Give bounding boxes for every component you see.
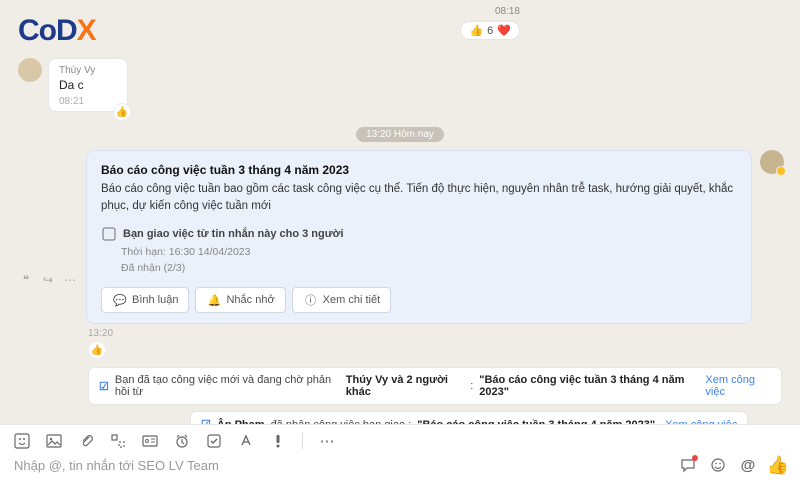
view-task-link[interactable]: Xem công việc (705, 374, 771, 398)
check-icon: ☑ (99, 380, 109, 393)
remind-label: Nhắc nhở (226, 294, 274, 306)
like-icon: 👍 (116, 107, 128, 118)
task-icon[interactable] (206, 433, 222, 449)
image-icon[interactable] (46, 433, 62, 449)
task-assignment-line: Bạn giao việc từ tin nhắn này cho 3 ngườ… (101, 226, 737, 242)
react-button[interactable]: 👍 (88, 341, 106, 359)
task-assignment-text: Bạn giao việc từ tin nhắn này cho 3 ngườ… (123, 228, 344, 240)
avatar[interactable] (18, 58, 42, 82)
task-title: Báo cáo công việc tuần 3 tháng 4 năm 202… (101, 163, 737, 177)
notification-column: ☑ Bạn đã tạo công việc mới và đang chờ p… (18, 367, 782, 424)
chat-icon: 💬 (112, 292, 128, 308)
task-react-row: 👍 (88, 341, 782, 359)
sender-name: Thúy Vy (59, 65, 117, 76)
react-button[interactable]: 👍 (113, 103, 131, 121)
notif-mid: : (470, 380, 473, 392)
info-icon: ⓘ (303, 292, 319, 308)
send-like-icon[interactable]: 👍 (770, 457, 786, 473)
chat-area: 08:18 👍 6 ❤️ Thúy Vy Da c 08:21 👍 13:20 … (0, 0, 800, 424)
sticker-icon[interactable] (14, 433, 30, 449)
notif-who: Thúy Vy và 2 người khác (346, 374, 464, 398)
prev-message-time: 08:18 (460, 6, 520, 17)
composer-right-actions: @ 👍 (680, 457, 786, 473)
task-description: Báo cáo công việc tuần bao gồm các task … (101, 181, 737, 216)
checkbox-empty-icon (101, 226, 117, 242)
task-buttons: 💬 Bình luận 🔔 Nhắc nhở ⓘ Xem chi tiết (101, 287, 737, 313)
task-time: 13:20 (88, 328, 782, 339)
divider-label: 13:20 Hôm nay (356, 127, 444, 142)
reaction-pill[interactable]: 👍 6 ❤️ (460, 21, 520, 40)
more-icon[interactable]: ⋯ (319, 433, 335, 449)
app-logo: CoDX (18, 14, 96, 48)
reminder-icon[interactable] (174, 433, 190, 449)
quick-message-icon[interactable] (680, 457, 696, 473)
notification-chip[interactable]: ☑ Bạn đã tạo công việc mới và đang chờ p… (88, 367, 782, 405)
task-received: Đã nhận (2/3) (121, 260, 737, 277)
reaction-count: 6 (487, 25, 493, 37)
priority-icon[interactable] (270, 433, 286, 449)
message-input[interactable] (14, 458, 680, 473)
bell-icon: 🔔 (206, 292, 222, 308)
remind-button[interactable]: 🔔 Nhắc nhở (195, 287, 285, 313)
contact-card-icon[interactable] (142, 433, 158, 449)
message-bubble[interactable]: Thúy Vy Da c 08:21 👍 (48, 58, 128, 112)
mention-icon[interactable]: @ (740, 457, 756, 473)
notification-chip[interactable]: ☑ Ân Phạm đã nhận công việc bạn giao : "… (190, 411, 748, 424)
comment-label: Bình luận (132, 294, 178, 306)
sender-avatar[interactable] (760, 150, 784, 174)
more-icon[interactable]: ⋯ (62, 272, 78, 288)
composer: ⋯ @ 👍 (0, 424, 800, 500)
task-deadline: Thời hạn: 16:30 14/04/2023 (121, 244, 737, 261)
composer-toolbar: ⋯ (0, 425, 800, 455)
like-icon: 👍 (469, 24, 483, 37)
emoji-icon[interactable] (710, 457, 726, 473)
comment-button[interactable]: 💬 Bình luận (101, 287, 189, 313)
time-divider: 13:20 Hôm nay (18, 126, 782, 140)
share-icon[interactable]: ↪ (40, 272, 56, 288)
screenshot-icon[interactable] (110, 433, 126, 449)
message-hover-actions: ❝ ↪ ⋯ (18, 150, 78, 288)
quote-icon[interactable]: ❝ (18, 272, 34, 288)
notif-pre: Bạn đã tạo công việc mới và đang chờ phả… (115, 374, 340, 398)
format-icon[interactable] (238, 433, 254, 449)
separator (302, 433, 303, 449)
task-message-row: ❝ ↪ ⋯ Báo cáo công việc tuần 3 tháng 4 n… (18, 150, 782, 324)
message-time: 08:21 (59, 96, 117, 107)
heart-icon: ❤️ (497, 24, 511, 37)
incoming-message-row: Thúy Vy Da c 08:21 👍 (18, 58, 782, 112)
prev-message-meta: 08:18 👍 6 ❤️ (460, 6, 520, 40)
composer-input-row: @ 👍 (0, 455, 800, 481)
task-card[interactable]: Báo cáo công việc tuần 3 tháng 4 năm 202… (86, 150, 752, 324)
message-text: Da c (59, 78, 117, 92)
detail-label: Xem chi tiết (323, 294, 380, 306)
detail-button[interactable]: ⓘ Xem chi tiết (292, 287, 391, 313)
notif-quote: "Báo cáo công việc tuần 3 tháng 4 năm 20… (479, 374, 695, 398)
attach-icon[interactable] (78, 433, 94, 449)
task-meta: Thời hạn: 16:30 14/04/2023 Đã nhận (2/3) (121, 244, 737, 278)
